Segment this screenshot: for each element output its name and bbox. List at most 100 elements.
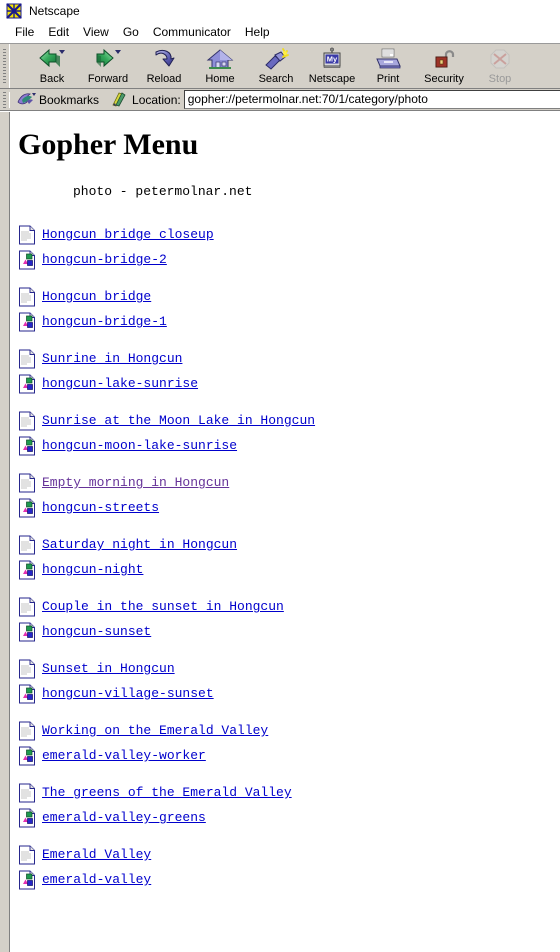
gopher-title-link[interactable]: Hongcun bridge <box>39 289 151 305</box>
netscape-n-logo-icon <box>6 3 22 19</box>
print-button-label: Print <box>376 73 400 85</box>
gopher-row: emerald-valley-greens <box>18 807 560 829</box>
netscape-button[interactable]: My Netscape <box>304 44 360 86</box>
menu-item-help[interactable]: Help <box>238 24 277 42</box>
menu-item-communicator[interactable]: Communicator <box>146 24 238 42</box>
print-button[interactable]: Print <box>360 44 416 86</box>
gopher-row: Empty morning in Hongcun <box>18 472 560 494</box>
gopher-title-link[interactable]: Emerald Valley <box>39 847 151 863</box>
gopher-title-link[interactable]: Saturday night in Hongcun <box>39 537 237 553</box>
gopher-image-link[interactable]: emerald-valley <box>39 872 151 888</box>
bookmark-bird-icon <box>16 91 37 108</box>
gopher-image-link[interactable]: hongcun-bridge-1 <box>39 314 167 330</box>
image-file-icon <box>18 808 36 828</box>
gopher-entry-group: Hongcun bridge closeup hongcun-bridge-2 <box>18 224 560 271</box>
gopher-image-link[interactable]: hongcun-sunset <box>39 624 151 640</box>
grip-dots-icon <box>3 91 6 108</box>
locationbar-drag-grip[interactable] <box>0 91 10 108</box>
location-compass-icon <box>110 91 128 108</box>
gopher-title-link[interactable]: Sunset in Hongcun <box>39 661 175 677</box>
toolbar-drag-grip[interactable] <box>0 44 10 88</box>
image-file-icon <box>18 560 36 580</box>
gopher-row: Saturday night in Hongcun <box>18 534 560 556</box>
menu-item-go[interactable]: Go <box>116 24 146 42</box>
search-button-label: Search <box>258 73 294 85</box>
url-input[interactable]: gopher://petermolnar.net:70/1/category/p… <box>183 90 560 109</box>
home-button-label: Home <box>205 73 235 85</box>
title-bar: Netscape <box>0 0 560 22</box>
open-padlock-icon <box>429 47 459 72</box>
gopher-title-link[interactable]: The greens of the Emerald Valley <box>39 785 292 801</box>
gopher-entry-group: Saturday night in Hongcun hongcun-night <box>18 534 560 581</box>
gopher-title-link[interactable]: Couple in the sunset in Hongcun <box>39 599 284 615</box>
gopher-image-link[interactable]: emerald-valley-greens <box>39 810 206 826</box>
menu-item-file[interactable]: File <box>8 24 41 42</box>
gopher-row: Sunrise at the Moon Lake in Hongcun <box>18 410 560 432</box>
gopher-row: emerald-valley-worker <box>18 745 560 767</box>
reload-button[interactable]: Reload <box>136 44 192 86</box>
gopher-row: hongcun-bridge-1 <box>18 311 560 333</box>
gopher-title-link[interactable]: Empty morning in Hongcun <box>39 475 229 491</box>
bookmarks-label: Bookmarks <box>39 92 100 107</box>
gopher-title-link[interactable]: Working on the Emerald Valley <box>39 723 268 739</box>
gopher-title-link[interactable]: Sunrine in Hongcun <box>39 351 182 367</box>
gopher-row: Hongcun bridge <box>18 286 560 308</box>
image-file-icon <box>18 622 36 642</box>
image-file-icon <box>18 746 36 766</box>
gopher-title-link[interactable]: Hongcun bridge closeup <box>39 227 214 243</box>
menu-bar: File Edit View Go Communicator Help <box>0 22 560 44</box>
forward-button[interactable]: Forward <box>80 44 136 86</box>
location-bar: Bookmarks Location: gopher://petermolnar… <box>0 89 560 111</box>
image-file-icon <box>18 870 36 890</box>
gopher-image-link[interactable]: hongcun-streets <box>39 500 159 516</box>
gopher-row: hongcun-sunset <box>18 621 560 643</box>
forward-button-label: Forward <box>87 73 129 85</box>
gopher-image-link[interactable]: emerald-valley-worker <box>39 748 206 764</box>
text-document-icon <box>18 659 36 679</box>
navigation-toolbar: Back Forward Reload Home Search My Netsc… <box>0 44 560 89</box>
gopher-title-link[interactable]: Sunrise at the Moon Lake in Hongcun <box>39 413 315 429</box>
gopher-entry-group: Sunset in Hongcun hongcun-village-sunset <box>18 658 560 705</box>
gopher-row: hongcun-village-sunset <box>18 683 560 705</box>
security-button-label: Security <box>424 73 464 85</box>
svg-text:My: My <box>327 55 338 64</box>
stop-sign-icon <box>485 47 515 72</box>
text-document-icon <box>18 721 36 741</box>
back-button[interactable]: Back <box>24 44 80 86</box>
menu-item-view[interactable]: View <box>76 24 116 42</box>
gopher-row: Couple in the sunset in Hongcun <box>18 596 560 618</box>
image-file-icon <box>18 374 36 394</box>
image-file-icon <box>18 684 36 704</box>
gopher-row: hongcun-bridge-2 <box>18 249 560 271</box>
gopher-image-link[interactable]: hongcun-night <box>39 562 143 578</box>
text-document-icon <box>18 845 36 865</box>
image-file-icon <box>18 436 36 456</box>
gopher-entry-group: Couple in the sunset in Hongcun hongcun-… <box>18 596 560 643</box>
gopher-entry-group: Emerald Valley emerald-valley <box>18 844 560 891</box>
content-area: Gopher Menu photo - petermolnar.net Hong… <box>0 111 560 952</box>
stop-button[interactable]: Stop <box>472 44 528 86</box>
search-flashlight-icon <box>261 47 291 72</box>
security-button[interactable]: Security <box>416 44 472 86</box>
gopher-image-link[interactable]: hongcun-village-sunset <box>39 686 214 702</box>
netscape-window: Netscape File Edit View Go Communicator … <box>0 0 560 952</box>
home-button[interactable]: Home <box>192 44 248 86</box>
gopher-row: The greens of the Emerald Valley <box>18 782 560 804</box>
text-document-icon <box>18 783 36 803</box>
gopher-row: Working on the Emerald Valley <box>18 720 560 742</box>
image-file-icon <box>18 498 36 518</box>
left-rail <box>0 112 10 952</box>
gopher-entry-group: Empty morning in Hongcun hongcun-streets <box>18 472 560 519</box>
location-label-group[interactable]: Location: <box>103 91 184 108</box>
image-file-icon <box>18 312 36 332</box>
gopher-entry-group: Working on the Emerald Valley emerald-va… <box>18 720 560 767</box>
search-button[interactable]: Search <box>248 44 304 86</box>
gopher-image-link[interactable]: hongcun-bridge-2 <box>39 252 167 268</box>
bookmarks-button[interactable]: Bookmarks <box>10 91 103 108</box>
stop-button-label: Stop <box>488 73 512 85</box>
reload-arrow-icon <box>149 47 179 72</box>
gopher-image-link[interactable]: hongcun-moon-lake-sunrise <box>39 438 237 454</box>
menu-item-edit[interactable]: Edit <box>41 24 76 42</box>
gopher-image-link[interactable]: hongcun-lake-sunrise <box>39 376 198 392</box>
printer-icon <box>373 47 403 72</box>
